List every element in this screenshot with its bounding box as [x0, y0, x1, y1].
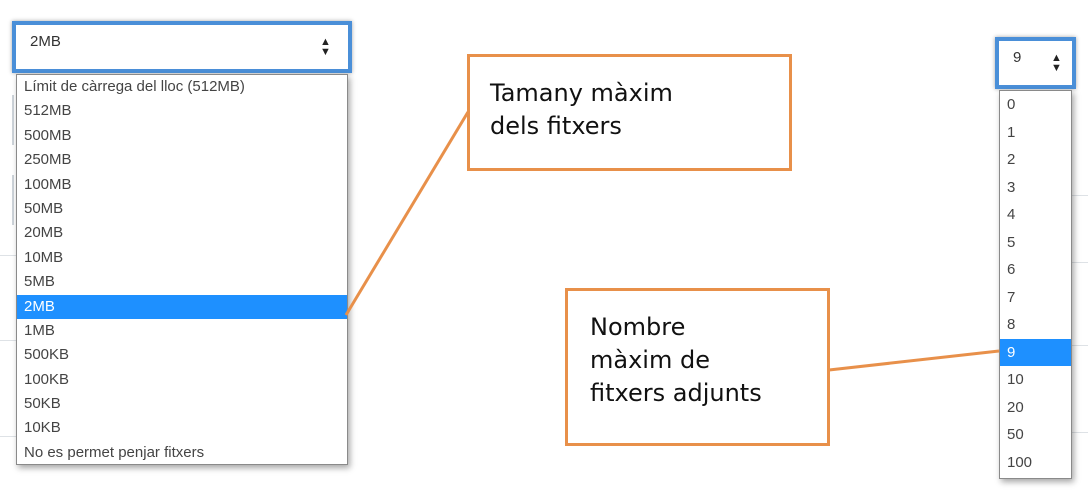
count-callout-connector [828, 349, 1000, 372]
callout-text: fitxers adjunts [590, 379, 762, 407]
callout-text: dels fitxers [490, 112, 622, 140]
callout-text: màxim de [590, 346, 710, 374]
size-callout-connector [344, 111, 470, 316]
max-file-size-callout: Tamany màxim dels fitxers [467, 54, 792, 171]
max-attachments-callout: Nombre màxim de fitxers adjunts [565, 288, 830, 446]
callout-text: Nombre [590, 313, 686, 341]
callout-text: Tamany màxim [490, 79, 673, 107]
